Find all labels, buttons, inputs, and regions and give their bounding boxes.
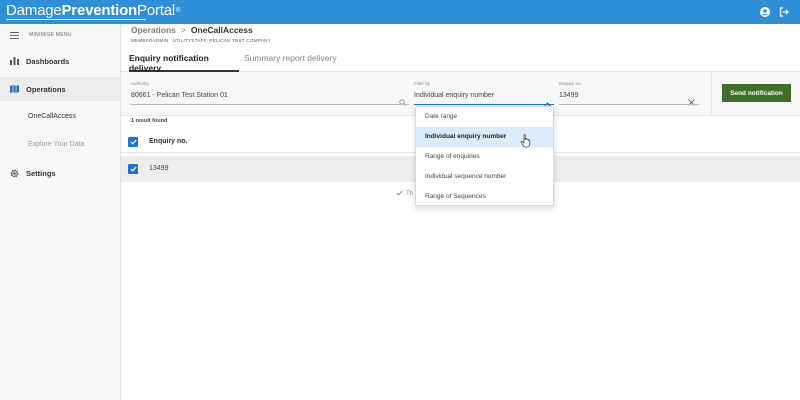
send-notification-button[interactable]: Send notification xyxy=(722,84,791,102)
column-header-enquiry-no[interactable]: Enquiry no. xyxy=(149,138,188,145)
context-subtitle: MEMBERADMIN UTILITYSTAFF, PELICAN TEST CO… xyxy=(131,38,271,43)
row-enquiry-no: 13499 xyxy=(149,165,169,172)
result-count: 1 result found xyxy=(131,118,168,124)
search-icon[interactable] xyxy=(399,93,406,111)
breadcrumb-parent[interactable]: Operations xyxy=(131,25,176,35)
filter-by-select[interactable]: Individual enquiry number xyxy=(414,92,494,99)
sidebar-item-settings[interactable]: Settings xyxy=(0,162,120,184)
footer-note: Th xyxy=(396,190,413,198)
authority-underline xyxy=(131,104,409,105)
map-icon xyxy=(9,84,19,94)
sidebar-item-label: Dashboards xyxy=(26,56,70,66)
minimize-menu-label: MINIMISE MENU xyxy=(29,32,72,38)
select-all-checkbox[interactable] xyxy=(128,137,138,147)
tab-enquiry-notification-delivery[interactable]: Enquiry notification delivery xyxy=(129,53,239,73)
dropdown-option-individual-sequence-number[interactable]: Individual sequence number xyxy=(416,167,553,187)
tab-bar: Enquiry notification delivery Summary re… xyxy=(121,46,800,73)
sidebar-item-operations[interactable]: Operations xyxy=(0,77,120,101)
dropdown-option-individual-enquiry-number[interactable]: Individual enquiry number xyxy=(416,127,553,147)
check-icon xyxy=(396,190,403,198)
hamburger-icon xyxy=(10,26,20,44)
filter-by-underline xyxy=(414,104,554,105)
logout-icon[interactable] xyxy=(778,6,790,18)
clear-icon[interactable] xyxy=(688,93,695,111)
sidebar-subitem-explore-your-data[interactable]: Explore Your Data xyxy=(0,136,120,154)
dropdown-option-date-range[interactable]: Date range xyxy=(416,107,553,127)
logo-registered-mark: ® xyxy=(176,8,181,14)
filter-divider xyxy=(711,72,712,115)
top-bar: DamagePreventionPortal® xyxy=(0,0,800,24)
gear-icon xyxy=(9,168,19,178)
footer-note-text: Th xyxy=(406,191,414,197)
dashboard-icon xyxy=(9,56,19,66)
sidebar-item-label: Settings xyxy=(26,168,56,178)
sidebar-item-label: Operations xyxy=(26,84,66,94)
minimize-menu-button[interactable]: MINIMISE MENU xyxy=(0,24,120,46)
filter-by-label: Filter by xyxy=(414,81,431,86)
authority-label: Authority xyxy=(131,81,149,86)
logo-text-prevention: Prevention xyxy=(61,2,138,19)
row-checkbox[interactable] xyxy=(128,164,138,174)
user-icon[interactable] xyxy=(759,6,771,18)
sidebar-item-dashboards[interactable]: Dashboards xyxy=(0,50,120,72)
context-company: UTILITYSTAFF, PELICAN TEST COMPANY xyxy=(172,38,271,43)
logo-underline xyxy=(6,19,146,20)
app-logo[interactable]: DamagePreventionPortal® xyxy=(6,2,180,20)
dropdown-option-range-of-enquiries[interactable]: Range of enquiries xyxy=(416,147,553,167)
sidebar-subitem-onecallaccess[interactable]: OneCallAccess xyxy=(0,108,120,126)
breadcrumb-separator: > xyxy=(180,25,186,35)
enquiry-no-underline xyxy=(559,104,699,105)
breadcrumb-current: OneCallAccess xyxy=(190,25,253,35)
context-member: MEMBERADMIN xyxy=(131,38,169,43)
filter-by-dropdown: Date range Individual enquiry number Ran… xyxy=(415,106,554,206)
enquiry-no-label: Enquiry no. xyxy=(559,81,582,86)
authority-field[interactable]: 80661 - Pelican Test Station 01 xyxy=(131,92,228,99)
logo-text-portal: Portal xyxy=(137,2,176,19)
dropdown-option-range-of-sequences[interactable]: Range of Sequences xyxy=(416,187,553,207)
logo-text-damage: Damage xyxy=(6,2,62,19)
hand-cursor-icon xyxy=(520,134,532,148)
breadcrumb: Operations > OneCallAccess xyxy=(131,25,253,35)
tab-summary-report-delivery[interactable]: Summary report delivery xyxy=(244,53,337,72)
enquiry-no-input[interactable]: 13499 xyxy=(559,92,578,99)
sidebar: MINIMISE MENU Dashboards Operations OneC… xyxy=(0,24,121,400)
